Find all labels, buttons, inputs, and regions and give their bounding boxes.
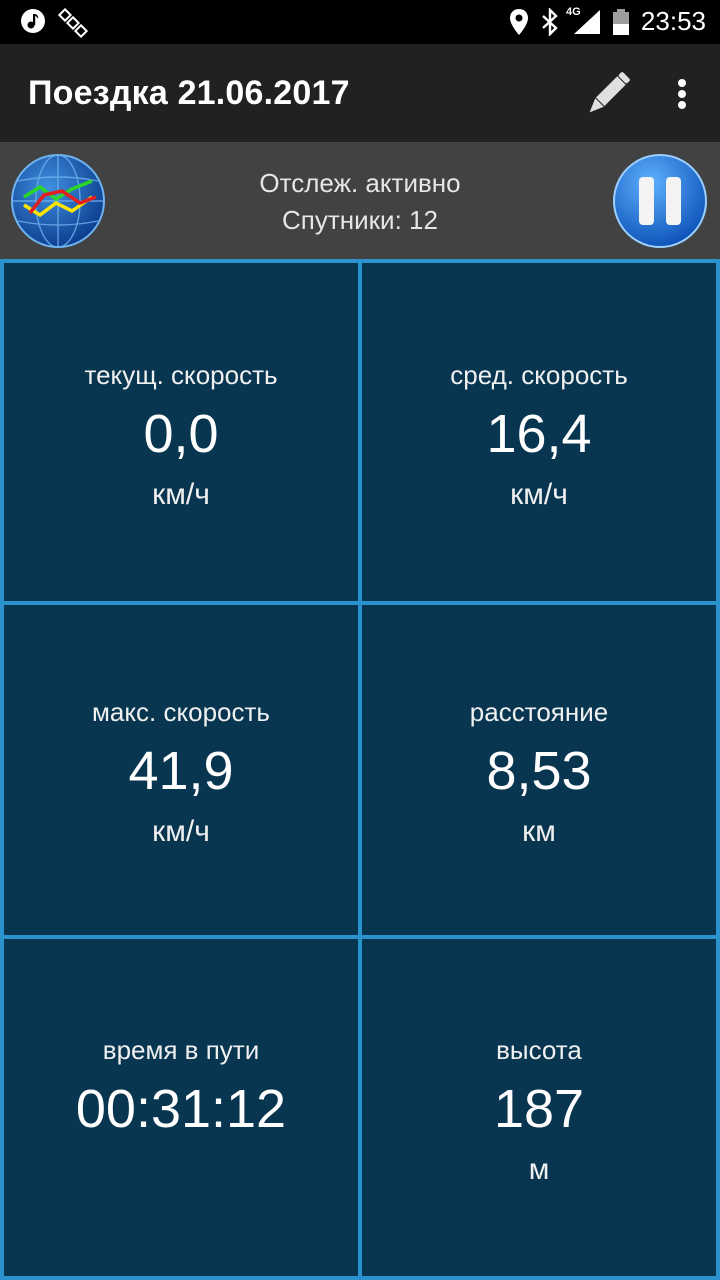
stat-unit: км [522, 815, 556, 848]
stat-value: 16,4 [486, 404, 592, 464]
stat-unit: м [528, 1153, 550, 1186]
pencil-icon [580, 72, 636, 126]
page-title: Поездка 21.06.2017 [28, 74, 350, 112]
stat-value: 187 [493, 1079, 585, 1139]
stat-unit: км/ч [152, 478, 210, 511]
stats-grid: текущ. скорость 0,0 км/ч сред. скорость … [0, 259, 720, 1280]
stat-value: 8,53 [486, 741, 592, 801]
stat-value: 0,0 [143, 404, 219, 464]
status-bar: 4G 23:53 [0, 0, 720, 44]
bluetooth-icon [540, 7, 560, 41]
stat-label: сред. скорость [450, 360, 628, 390]
stat-current-speed[interactable]: текущ. скорость 0,0 км/ч [4, 263, 358, 601]
stat-unit: км/ч [510, 478, 568, 511]
music-note-icon [20, 8, 46, 39]
stat-distance[interactable]: расстояние 8,53 км [362, 605, 716, 935]
stat-altitude[interactable]: высота 187 м [362, 939, 716, 1276]
stat-label: текущ. скорость [84, 360, 278, 390]
clock: 23:53 [640, 6, 706, 36]
stat-label: макс. скорость [92, 697, 270, 727]
more-vert-icon [660, 79, 704, 126]
stat-label: расстояние [469, 697, 609, 727]
location-pin-icon [508, 8, 530, 41]
stat-label: высота [496, 1035, 582, 1065]
stat-max-speed[interactable]: макс. скорость 41,9 км/ч [4, 605, 358, 935]
stat-value: 00:31:12 [75, 1079, 287, 1139]
stat-label: время в пути [102, 1035, 260, 1065]
battery-icon [612, 8, 630, 41]
pause-icon [612, 154, 708, 253]
stat-travel-time[interactable]: время в пути 00:31:12 [4, 939, 358, 1276]
signal-icon [572, 8, 602, 41]
stat-value: 41,9 [128, 741, 234, 801]
tracking-bar: Отслеж. активно Спутники: 12 [0, 142, 720, 259]
pause-button[interactable] [612, 153, 708, 249]
app-bar: Поездка 21.06.2017 [0, 44, 720, 142]
edit-button[interactable] [580, 66, 636, 122]
stat-unit: км/ч [152, 815, 210, 848]
stat-average-speed[interactable]: сред. скорость 16,4 км/ч [362, 263, 716, 601]
more-options-button[interactable] [660, 66, 704, 122]
satellite-icon [57, 7, 89, 43]
graph-globe-icon [10, 154, 106, 253]
